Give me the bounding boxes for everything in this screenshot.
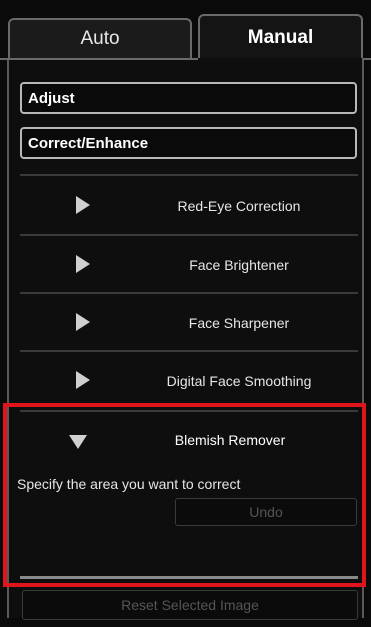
tab-auto[interactable]: Auto [8,18,192,58]
correction-panel: Auto Manual Adjust Correct/Enhance Red-E… [0,0,371,627]
tool-red-eye-correction[interactable]: Red-Eye Correction [20,177,358,234]
divider [20,174,358,176]
expand-arrow-icon [76,255,90,273]
tool-label: Digital Face Smoothing [166,372,312,389]
tool-digital-face-smoothing[interactable]: Digital Face Smoothing [20,352,358,409]
tab-underline [0,58,198,60]
tool-face-sharpener[interactable]: Face Sharpener [20,294,358,351]
correct-enhance-button[interactable]: Correct/Enhance [20,127,357,159]
adjust-button[interactable]: Adjust [20,82,357,114]
tool-label: Face Sharpener [188,314,290,331]
tool-label: Red-Eye Correction [177,197,301,214]
expand-arrow-icon [76,371,90,389]
tab-underline-right [363,58,371,60]
tab-manual[interactable]: Manual [198,14,363,60]
reset-selected-image-button[interactable]: Reset Selected Image [22,590,358,620]
highlight-box [3,403,366,587]
expand-arrow-icon [76,196,90,214]
tool-label: Face Brightener [189,256,289,273]
tool-face-brightener[interactable]: Face Brightener [20,236,358,293]
expand-arrow-icon [76,313,90,331]
